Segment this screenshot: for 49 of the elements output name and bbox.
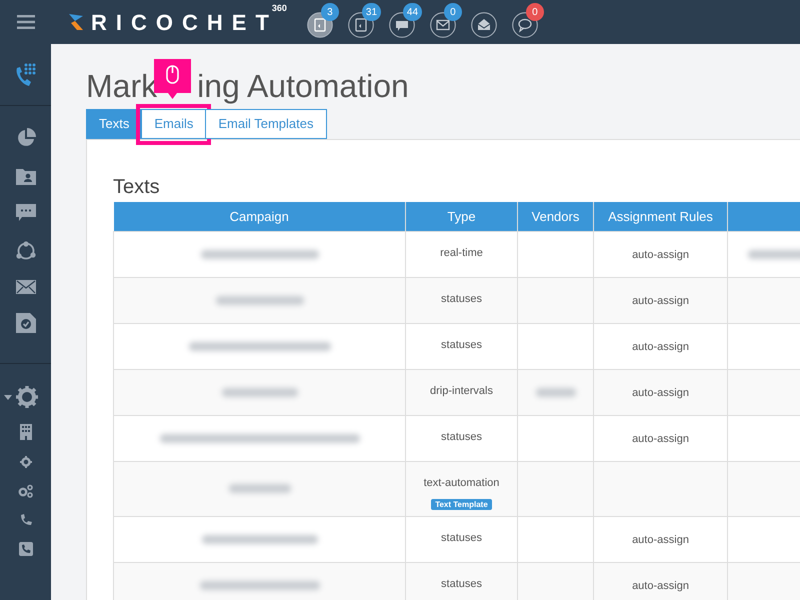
count-badge: 31 bbox=[362, 3, 382, 21]
page-title: ing Automation bbox=[197, 67, 409, 106]
tab[interactable]: Email Templates bbox=[205, 109, 326, 139]
column-header: Campaign bbox=[114, 202, 406, 231]
tag: Text Template bbox=[431, 499, 492, 510]
table-cell: auto-assign bbox=[632, 580, 689, 592]
table-cell: auto-assign bbox=[632, 295, 689, 307]
table-cell-text: text-automation bbox=[422, 476, 500, 490]
table-cell-text: statuses bbox=[440, 292, 483, 306]
table-cell-text: statuses bbox=[440, 530, 483, 546]
mail-icon[interactable] bbox=[16, 280, 36, 294]
page-title: Mark bbox=[86, 67, 158, 106]
table-cell-text: drip-intervals bbox=[429, 384, 494, 398]
inbox-icon[interactable] bbox=[470, 12, 497, 38]
cog-icon[interactable] bbox=[20, 456, 32, 468]
chat-icon[interactable] bbox=[16, 204, 36, 222]
column-header: Type bbox=[406, 202, 518, 231]
count-badge: 0 bbox=[444, 3, 462, 21]
table-cell-text: statuses bbox=[440, 576, 483, 592]
menu-icon[interactable] bbox=[16, 15, 34, 29]
table-cell: auto-assign bbox=[632, 534, 689, 546]
logo-icon bbox=[67, 12, 85, 32]
count-badge: 3 bbox=[320, 3, 339, 21]
table-cell: auto-assign bbox=[632, 341, 689, 353]
table-cell: auto-assign bbox=[632, 249, 689, 261]
share-network-icon[interactable] bbox=[14, 241, 36, 261]
column-header: Assignment Rules bbox=[594, 202, 728, 231]
contact-folder-icon[interactable] bbox=[16, 167, 36, 185]
phone-icon[interactable] bbox=[20, 514, 32, 526]
table-cell-text: real-time bbox=[439, 246, 484, 260]
count-badge: 44 bbox=[402, 3, 422, 21]
phone-square-icon[interactable] bbox=[18, 542, 32, 556]
tab[interactable]: Emails bbox=[141, 109, 206, 139]
table-cell-text: statuses bbox=[440, 338, 483, 352]
table-cell: auto-assign bbox=[632, 433, 689, 445]
settings-icon[interactable] bbox=[16, 386, 38, 408]
cogs-icon[interactable] bbox=[18, 484, 34, 498]
table-cell: auto-assign bbox=[632, 387, 689, 399]
count-badge: 0 bbox=[526, 3, 544, 21]
checklist-icon[interactable] bbox=[16, 313, 36, 333]
tab[interactable]: Texts bbox=[86, 109, 142, 139]
pie-chart-icon[interactable] bbox=[16, 128, 36, 148]
caret-icon[interactable] bbox=[4, 394, 12, 400]
phone-keypad-icon[interactable] bbox=[14, 62, 38, 88]
section-title: Texts bbox=[113, 175, 161, 200]
building-icon[interactable] bbox=[20, 424, 32, 440]
logo-superscript: 360 bbox=[272, 2, 287, 14]
table-cell-text: statuses bbox=[440, 430, 483, 444]
column-header: Vendors bbox=[518, 202, 594, 231]
